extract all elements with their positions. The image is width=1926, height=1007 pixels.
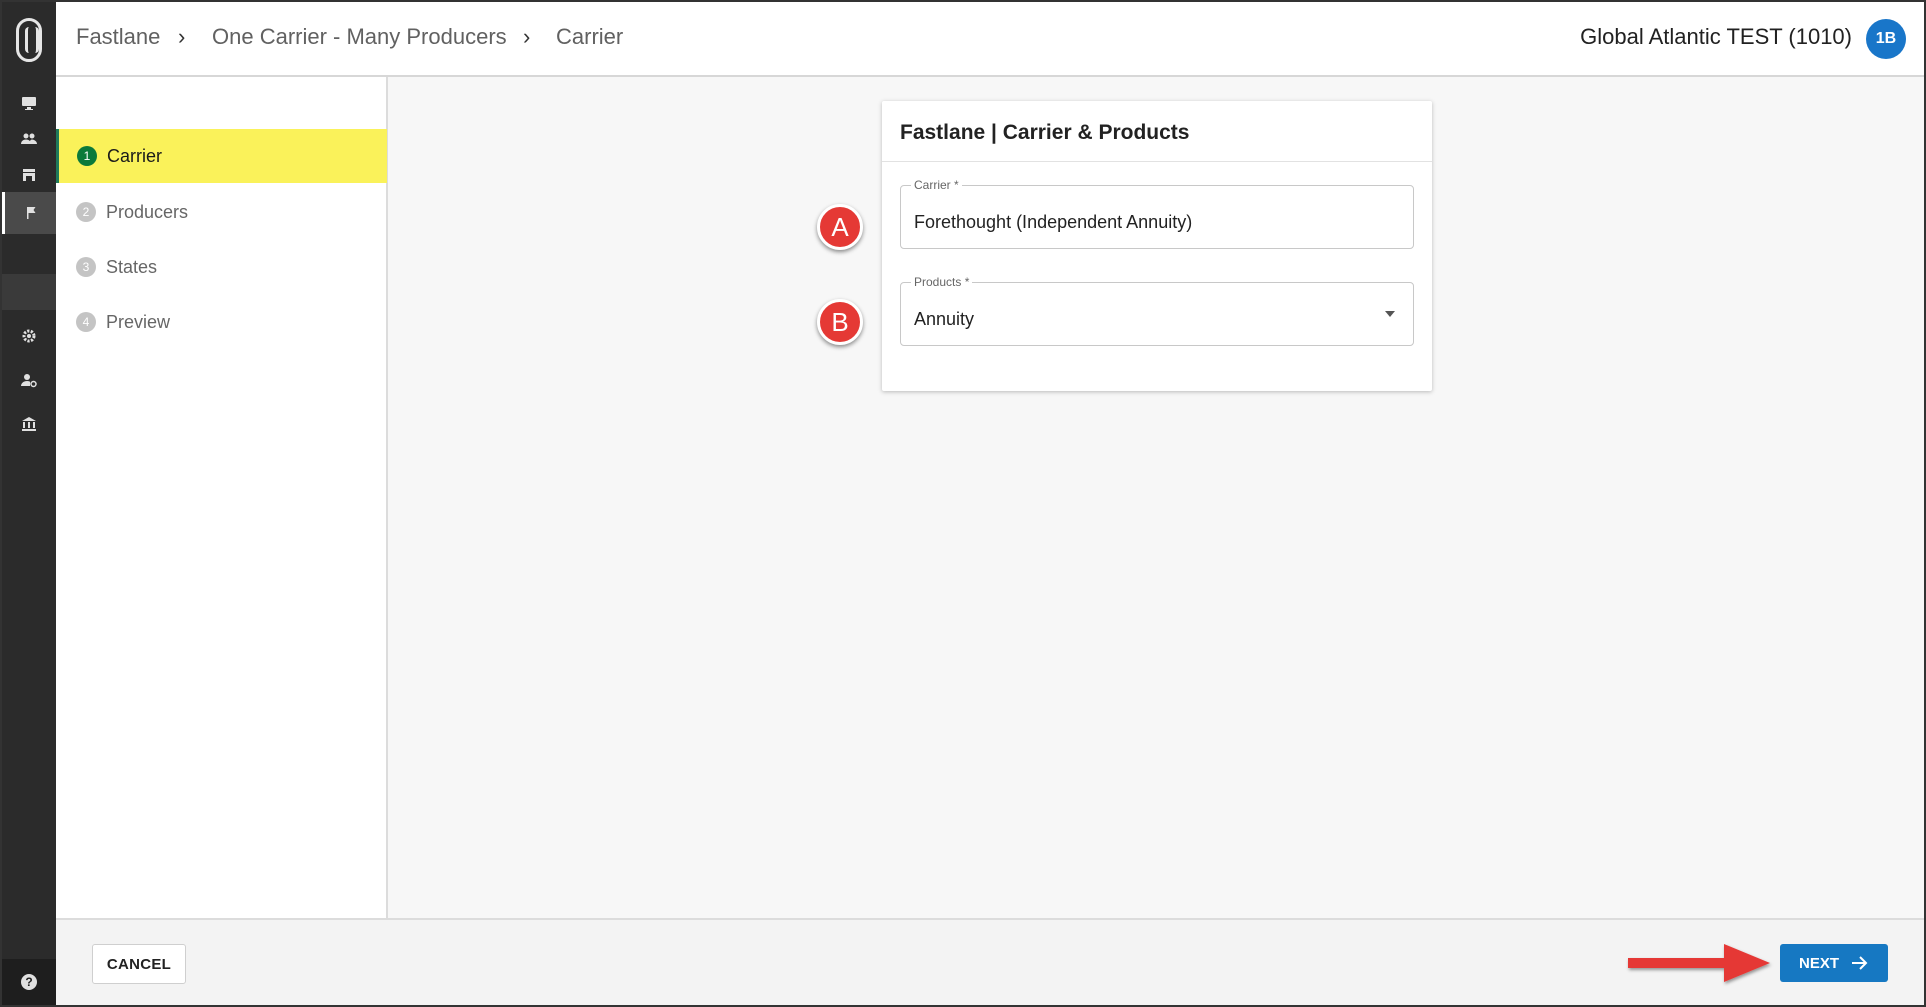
products-select-value: Annuity — [914, 309, 975, 329]
stepper-sidebar: 1 Carrier 2 Producers 3 States 4 Preview — [56, 77, 388, 918]
bank-icon[interactable] — [2, 403, 56, 445]
avatar[interactable]: 1B — [1866, 19, 1906, 59]
arrow-right-icon — [1852, 956, 1868, 970]
store-icon[interactable] — [2, 154, 56, 196]
breadcrumb-workflow[interactable]: One Carrier - Many Producers — [212, 24, 507, 50]
carrier-products-card: Fastlane | Carrier & Products Carrier * … — [882, 101, 1432, 391]
card-divider — [882, 161, 1432, 162]
footer-bar: CANCEL NEXT — [56, 918, 1924, 1005]
user-settings-icon[interactable] — [2, 359, 56, 401]
cancel-button[interactable]: CANCEL — [92, 944, 186, 984]
step-number: 1 — [77, 146, 97, 166]
app-window: ? Fastlane › One Carrier - Many Producer… — [0, 0, 1926, 1007]
help-button[interactable]: ? — [2, 959, 56, 1005]
step-producers[interactable]: 2 Producers — [58, 185, 386, 239]
step-states[interactable]: 3 States — [58, 240, 386, 294]
gear-icon[interactable] — [2, 315, 56, 357]
step-label: States — [106, 256, 158, 277]
annotation-arrow-icon — [1628, 944, 1770, 982]
carrier-field[interactable]: Carrier * Forethought (Independent Annui… — [900, 178, 1414, 249]
rail-divider — [2, 274, 56, 310]
step-number: 2 — [76, 202, 96, 222]
step-carrier[interactable]: 1 Carrier — [56, 129, 387, 183]
next-button[interactable]: NEXT — [1780, 944, 1888, 982]
top-header: Fastlane › One Carrier - Many Producers … — [56, 2, 1924, 77]
annotation-marker-b: B — [817, 299, 863, 345]
carrier-field-label: Carrier * — [911, 178, 962, 192]
help-icon: ? — [21, 974, 37, 990]
breadcrumb-fastlane[interactable]: Fastlane — [76, 24, 160, 50]
chevron-right-icon: › — [523, 24, 531, 49]
main-content: A B Fastlane | Carrier & Products Carrie… — [388, 77, 1924, 918]
chevron-right-icon: › — [178, 24, 186, 49]
breadcrumb-current: Carrier — [556, 24, 624, 49]
org-name: Global Atlantic TEST (1010) — [1580, 24, 1852, 49]
carrier-field-value: Forethought (Independent Annuity) — [914, 212, 1193, 232]
step-number: 4 — [76, 312, 96, 332]
step-preview[interactable]: 4 Preview — [58, 295, 386, 349]
step-label: Preview — [106, 311, 171, 332]
logo-icon — [16, 18, 42, 62]
chevron-down-icon[interactable] — [1385, 311, 1395, 317]
step-label: Carrier — [107, 145, 163, 166]
next-button-label: NEXT — [1798, 954, 1839, 972]
annotation-marker-a: A — [817, 204, 863, 250]
icon-rail: ? — [2, 2, 56, 1005]
card-title: Fastlane | Carrier & Products — [900, 121, 1190, 144]
app-logo[interactable] — [2, 2, 56, 78]
step-number: 3 — [76, 257, 96, 277]
products-select[interactable]: Products * Annuity — [900, 275, 1414, 346]
products-select-label: Products * — [911, 275, 973, 289]
step-label: Producers — [106, 201, 189, 222]
flag-icon[interactable] — [2, 192, 56, 234]
